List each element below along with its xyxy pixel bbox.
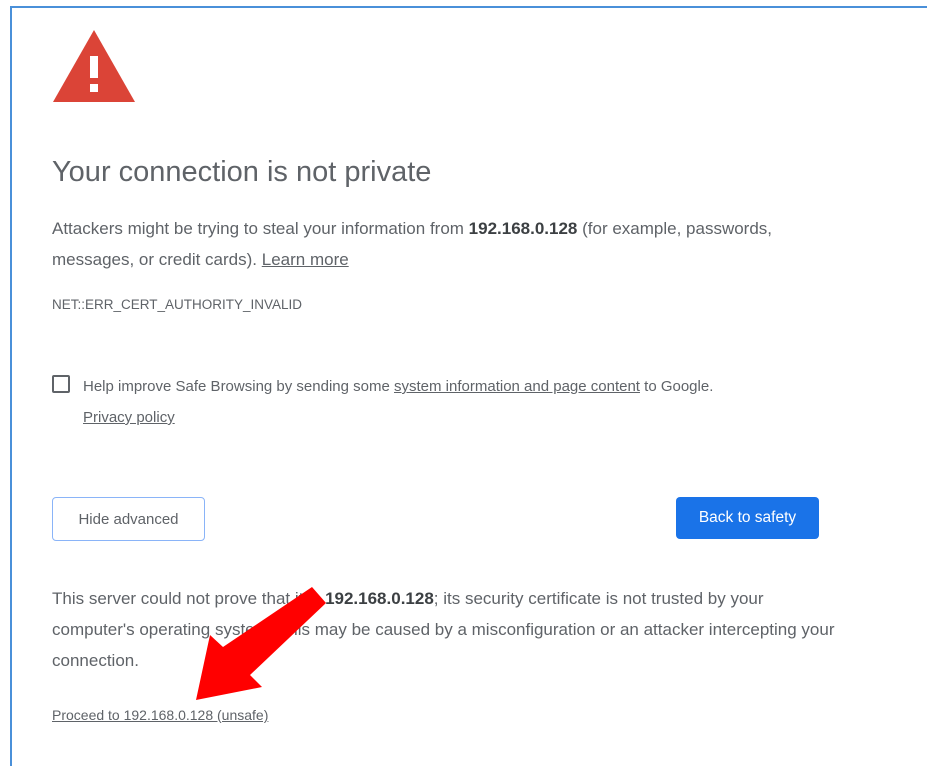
hide-advanced-button[interactable]: Hide advanced [52, 497, 205, 541]
safe-browsing-label: Help improve Safe Browsing by sending so… [83, 378, 714, 426]
system-info-link[interactable]: system information and page content [394, 378, 640, 395]
safe-browsing-checkbox[interactable] [52, 375, 70, 393]
privacy-policy-link[interactable]: Privacy policy [83, 409, 175, 426]
details-text: This server could not prove that it is 1… [52, 589, 835, 670]
error-code: NET::ERR_CERT_AUTHORITY_INVALID [52, 297, 303, 312]
proceed-unsafe-link[interactable]: Proceed to 192.168.0.128 (unsafe) [52, 707, 268, 723]
intro-text: Attackers might be trying to steal your … [52, 219, 773, 269]
page-title: Your connection is not private [52, 156, 432, 188]
red-arrow-annotation [196, 587, 326, 700]
learn-more-link[interactable]: Learn more [262, 250, 349, 269]
host-name: 192.168.0.128 [468, 219, 578, 238]
warning-triangle-icon [53, 30, 135, 102]
details-host-name: 192.168.0.128 [325, 589, 434, 608]
back-to-safety-button[interactable]: Back to safety [676, 497, 819, 539]
